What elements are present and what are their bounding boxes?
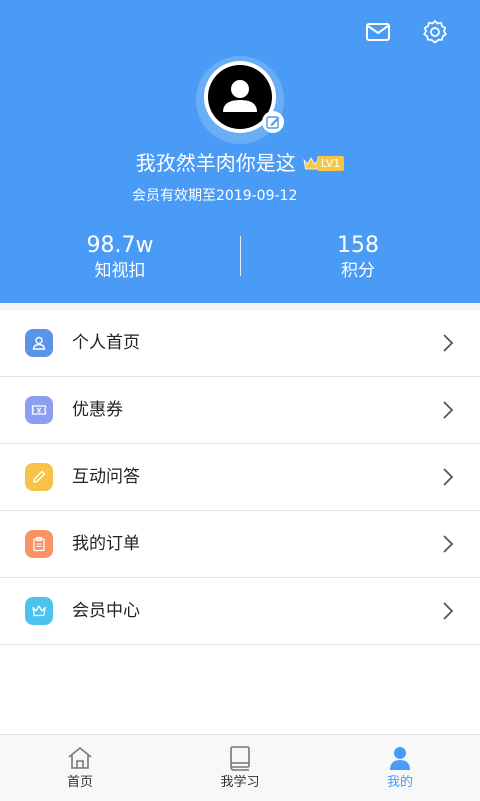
section-gap: [0, 303, 480, 310]
home-icon: [68, 747, 92, 769]
menu-item-orders[interactable]: 我的订单: [0, 511, 480, 578]
menu-label: 会员中心: [72, 601, 140, 621]
tab-label: 首页: [66, 775, 93, 790]
menu-list: 个人首页 优惠券 互动问答 我的订单 会员中心: [0, 310, 480, 645]
chevron-right-icon: [443, 334, 454, 352]
stat-value: 158: [337, 233, 379, 258]
stat-label: 积分: [341, 261, 375, 281]
chevron-right-icon: [443, 468, 454, 486]
clipboard-icon: [25, 530, 53, 558]
menu-item-coupons[interactable]: 优惠券: [0, 377, 480, 444]
menu-item-homepage[interactable]: 个人首页: [0, 310, 480, 377]
stat-divider: [240, 236, 241, 276]
chevron-right-icon: [443, 602, 454, 620]
username-row: 我孜然羊肉你是这 LV1: [0, 148, 480, 178]
ticket-icon: [25, 396, 53, 424]
gear-icon[interactable]: [421, 18, 449, 46]
membership-expiry: 会员有效期至2019-09-12: [132, 188, 298, 204]
menu-item-qa[interactable]: 互动问答: [0, 444, 480, 511]
tab-study[interactable]: 我学习: [160, 735, 320, 801]
tab-home[interactable]: 首页: [0, 735, 160, 801]
crown-icon: [25, 597, 53, 625]
level-badge: LV1: [303, 153, 345, 171]
stat-value: 98.7w: [86, 233, 154, 258]
stat-coins[interactable]: 98.7w 知视扣: [70, 233, 170, 283]
menu-label: 互动问答: [72, 467, 140, 487]
chevron-right-icon: [443, 401, 454, 419]
username: 我孜然羊肉你是这: [135, 151, 296, 175]
menu-label: 我的订单: [72, 534, 140, 554]
mail-icon[interactable]: [364, 18, 392, 46]
tab-label: 我学习: [220, 775, 260, 790]
menu-label: 个人首页: [72, 333, 140, 353]
person-icon: [390, 747, 410, 770]
bottom-tab-bar: 首页 我学习 我的: [0, 734, 480, 801]
user-icon: [25, 329, 53, 357]
tab-label: 我的: [386, 775, 413, 790]
menu-label: 优惠券: [72, 400, 123, 420]
profile-header: 我孜然羊肉你是这 LV1 会员有效期至2019-09-12 98.7w 知视扣 …: [0, 0, 480, 303]
stat-points[interactable]: 158 积分: [308, 233, 408, 283]
tab-mine[interactable]: 我的: [320, 735, 480, 801]
book-icon: [230, 746, 250, 771]
stat-label: 知视扣: [94, 261, 146, 281]
pencil-icon: [25, 463, 53, 491]
edit-icon[interactable]: [262, 111, 284, 133]
level-text: LV1: [316, 156, 345, 171]
chevron-right-icon: [443, 535, 454, 553]
menu-item-membership[interactable]: 会员中心: [0, 578, 480, 645]
